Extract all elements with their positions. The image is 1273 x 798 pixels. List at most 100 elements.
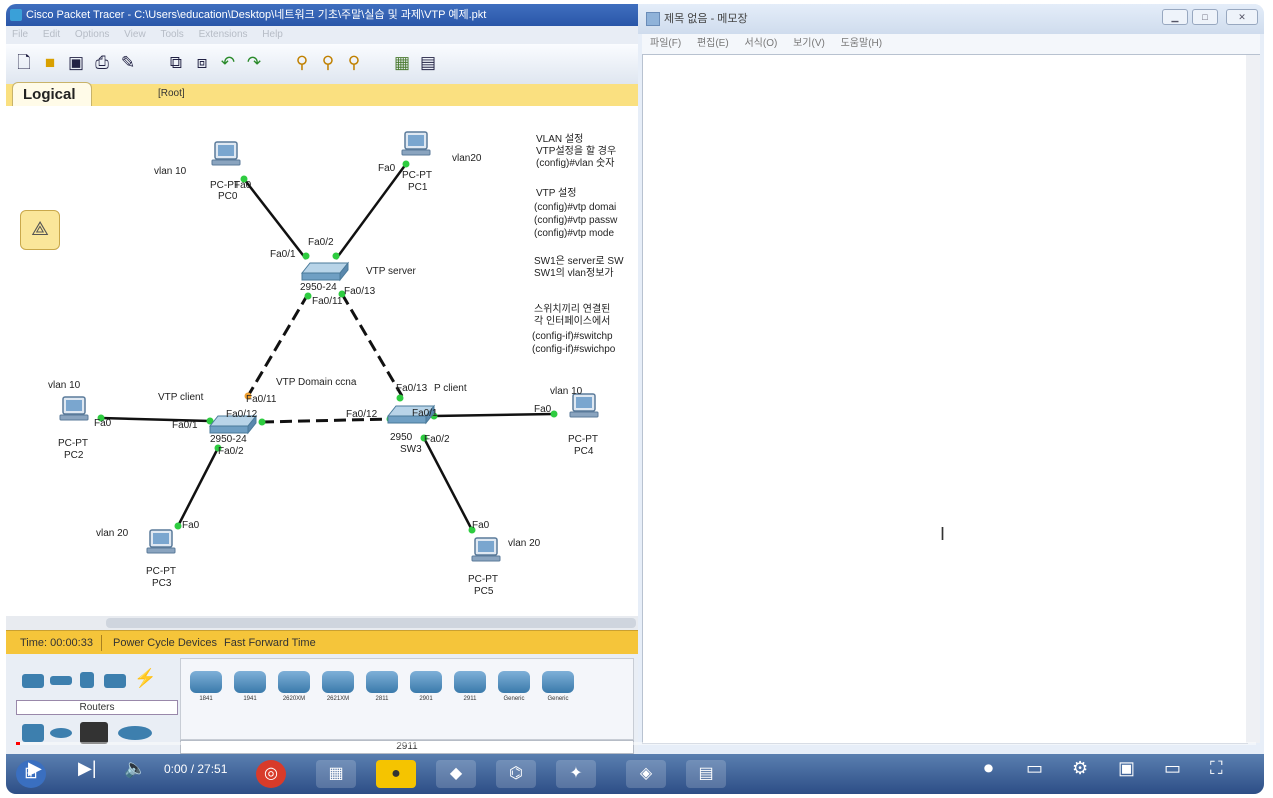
custom-device-icon[interactable]: ▤: [418, 53, 438, 73]
note-line-1: VLAN 설정: [536, 133, 583, 145]
menu-extensions[interactable]: Extensions: [199, 29, 248, 40]
fullscreen-icon[interactable]: ⛶: [1210, 756, 1223, 780]
model-generic-1[interactable]: Generic: [497, 671, 531, 707]
logical-workspace[interactable]: vlan 10 PC-PT PC0 Fa0 vlan20 Fa0 PC-PT P…: [6, 106, 638, 616]
open-folder-icon[interactable]: ■: [40, 53, 60, 73]
activity-wizard-icon[interactable]: ✎: [118, 53, 138, 73]
top-role: VTP server: [366, 266, 416, 277]
notepad-menu-bar: 파일(F) 편집(E) 서식(O) 보기(V) 도움말(H): [642, 34, 1260, 54]
palette-icon[interactable]: ▦: [392, 53, 412, 73]
link-pc5-sw-right: [422, 437, 474, 531]
menu-options[interactable]: Options: [75, 29, 109, 40]
volume-icon[interactable]: 🔈: [124, 756, 146, 780]
left-model: 2950-24: [210, 434, 247, 445]
switches-category-icon[interactable]: [50, 676, 72, 685]
model-2811[interactable]: 2811: [365, 671, 399, 707]
maximize-button[interactable]: □: [1192, 9, 1218, 25]
custom-devices-icon[interactable]: [80, 722, 108, 744]
multiuser-icon[interactable]: [118, 726, 152, 740]
play-icon[interactable]: ▶: [28, 756, 42, 780]
note-line-9: SW1의 vlan정보가: [534, 267, 614, 279]
model-2620xm[interactable]: 2620XM: [277, 671, 311, 707]
pc1[interactable]: [401, 131, 431, 156]
domain-label: VTP Domain ccna: [276, 377, 357, 388]
redo-icon[interactable]: ↷: [244, 53, 264, 73]
model-2621xm[interactable]: 2621XM: [321, 671, 355, 707]
menu-view[interactable]: View: [124, 29, 146, 40]
pc0[interactable]: [211, 141, 241, 166]
notepad-title-bar: 제목 없음 - 메모장 ▁ □ ✕: [638, 4, 1264, 34]
pc5[interactable]: [471, 537, 501, 562]
notepad-task-icon[interactable]: ▤: [686, 760, 726, 788]
workspace-hscrollbar[interactable]: [6, 616, 638, 630]
pc1-model: PC-PT: [402, 170, 432, 181]
theater-mode-icon[interactable]: ▭: [1164, 756, 1181, 780]
menu-help[interactable]: Help: [262, 29, 283, 40]
autoplay-toggle-icon[interactable]: ⏺: [984, 756, 993, 780]
device-categories: ⚡ Routers: [10, 658, 178, 748]
new-file-icon[interactable]: 🗋: [14, 53, 34, 73]
zoom-reset-icon[interactable]: ⚲: [318, 53, 338, 73]
menu-view[interactable]: 보기(V): [793, 38, 825, 49]
notepad-text-area[interactable]: [642, 54, 1248, 744]
pc3-label: PC3: [152, 578, 172, 589]
model-2911[interactable]: 2911: [453, 671, 487, 707]
packet-tracer-task-icon[interactable]: ◈: [626, 760, 666, 788]
end-devices-icon[interactable]: [22, 724, 44, 742]
wireless-category-icon[interactable]: [104, 674, 126, 688]
connections-category-icon[interactable]: ⚡: [134, 668, 156, 689]
menu-tools[interactable]: Tools: [160, 29, 183, 40]
pc2-model: PC-PT: [58, 438, 88, 449]
menu-edit[interactable]: Edit: [43, 29, 60, 40]
taskbar-app-icon-4[interactable]: ✦: [556, 760, 596, 788]
hubs-category-icon[interactable]: [80, 672, 94, 688]
menu-file[interactable]: File: [12, 29, 28, 40]
minimize-button[interactable]: ▁: [1162, 9, 1188, 25]
pc4-model: PC-PT: [568, 434, 598, 445]
paste-icon[interactable]: ⧈: [192, 53, 212, 73]
routers-category-icon[interactable]: [22, 674, 44, 688]
menu-edit[interactable]: 편집(E): [697, 38, 729, 49]
print-icon[interactable]: ⎙: [92, 53, 112, 73]
kakaotalk-icon[interactable]: ●: [376, 760, 416, 788]
zoom-in-icon[interactable]: ⚲: [292, 53, 312, 73]
undo-icon[interactable]: ↶: [218, 53, 238, 73]
model-1841[interactable]: 1841: [189, 671, 223, 707]
pc0-label: PC0: [218, 191, 238, 202]
navigation-icon[interactable]: ⟁: [20, 210, 60, 250]
taskbar-app-icon-3[interactable]: ⌬: [496, 760, 536, 788]
pt-menu-bar: File Edit Options View Tools Extensions …: [6, 26, 638, 44]
notepad-vscrollbar[interactable]: [1246, 54, 1260, 743]
next-icon[interactable]: ▶|: [78, 756, 97, 780]
copy-icon[interactable]: ⧉: [166, 53, 186, 73]
video-progress-bar[interactable]: [16, 742, 1256, 745]
model-2901[interactable]: 2901: [409, 671, 443, 707]
pc4[interactable]: [569, 393, 599, 418]
switch-top[interactable]: [301, 262, 349, 281]
menu-help[interactable]: 도움말(H): [841, 38, 882, 49]
taskbar-app-icon-2[interactable]: ◆: [436, 760, 476, 788]
settings-gear-icon[interactable]: ⚙: [1072, 756, 1088, 780]
text-cursor-icon: I: [940, 524, 946, 544]
miniplayer-icon[interactable]: ▣: [1118, 756, 1135, 780]
top-model: 2950-24: [300, 282, 337, 293]
fast-forward-button[interactable]: Fast Forward Time: [224, 637, 316, 649]
model-generic-2[interactable]: Generic: [541, 671, 575, 707]
menu-file[interactable]: 파일(F): [650, 38, 681, 49]
zoom-out-icon[interactable]: ⚲: [344, 53, 364, 73]
right-port-fa013: Fa0/13: [396, 383, 428, 394]
chrome-icon[interactable]: ◎: [256, 760, 286, 788]
taskbar-app-icon[interactable]: ▦: [316, 760, 356, 788]
save-icon[interactable]: ▣: [66, 53, 86, 73]
pc3[interactable]: [146, 529, 176, 554]
menu-format[interactable]: 서식(O): [744, 38, 777, 49]
power-cycle-button[interactable]: Power Cycle Devices: [113, 637, 217, 649]
link-pc0-sw-top: [243, 178, 307, 260]
pc4-label: PC4: [574, 446, 594, 457]
wan-emulation-icon[interactable]: [50, 728, 72, 738]
top-port-fa02: Fa0/2: [308, 237, 334, 248]
pc2[interactable]: [59, 396, 89, 421]
model-1941[interactable]: 1941: [233, 671, 267, 707]
subtitles-icon[interactable]: ▭: [1026, 756, 1043, 780]
close-button[interactable]: ✕: [1226, 9, 1258, 25]
